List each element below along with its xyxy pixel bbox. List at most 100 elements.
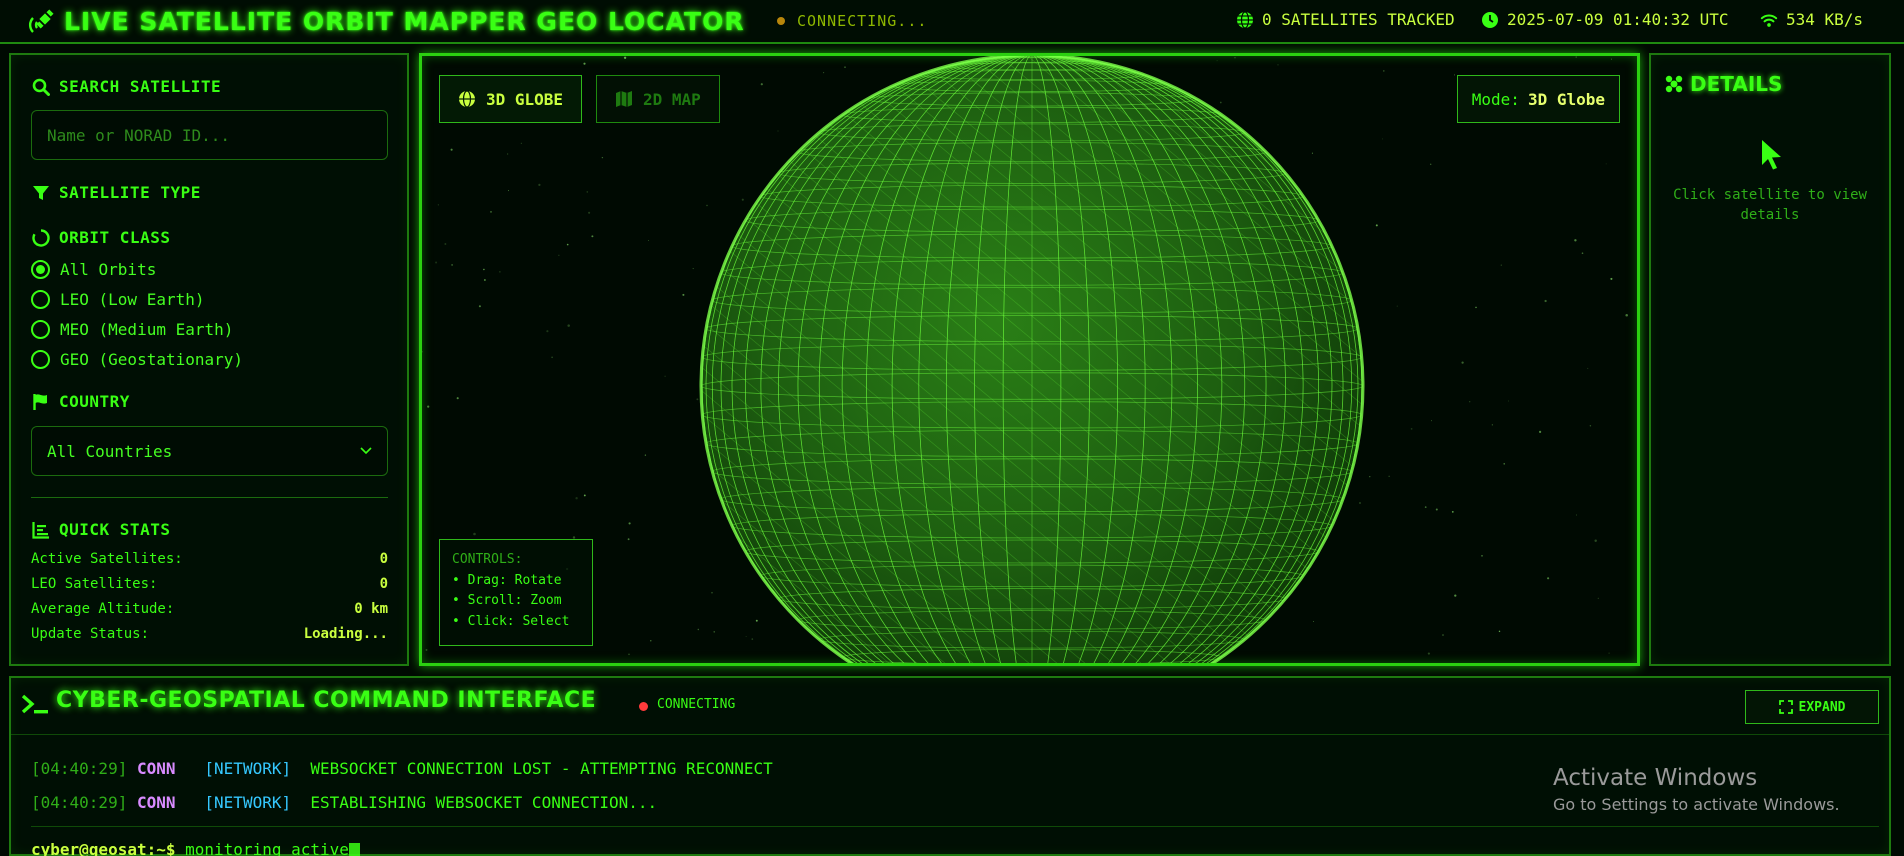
stat-value: 0	[379, 576, 388, 592]
star	[1547, 577, 1550, 580]
star	[444, 243, 447, 245]
orbit-class-heading: ORBIT CLASS	[32, 228, 170, 247]
expand-button[interactable]: EXPAND	[1745, 690, 1879, 724]
clock-icon	[1482, 11, 1498, 28]
radio-indicator[interactable]	[31, 320, 50, 339]
satellite-icon	[28, 9, 54, 33]
log-entry: [04:40:29] CONN [NETWORK] ESTABLISHING W…	[31, 793, 657, 812]
3d-globe-label: 3D GLOBE	[486, 89, 564, 109]
stat-value: Loading...	[303, 626, 388, 642]
app-title: LIVE SATELLITE ORBIT MAPPER GEO LOCATOR	[64, 7, 745, 36]
divider	[31, 497, 388, 498]
star	[1442, 634, 1444, 636]
star	[1430, 420, 1432, 422]
satellites-tracked-text: 0 SATELLITES TRACKED	[1262, 10, 1455, 29]
star	[1576, 514, 1577, 516]
radio-indicator[interactable]	[31, 290, 50, 309]
star	[1498, 630, 1501, 633]
radio-label: All Orbits	[60, 260, 157, 279]
star	[1435, 508, 1438, 511]
star	[567, 324, 570, 327]
satellite-type-label: SATELLITE TYPE	[59, 183, 201, 202]
star	[601, 156, 604, 159]
controls-title: CONTROLS:	[452, 552, 523, 567]
country-label: COUNTRY	[59, 392, 130, 411]
star	[1575, 56, 1577, 58]
star	[1581, 252, 1584, 254]
star	[1587, 367, 1589, 369]
star	[1491, 424, 1493, 426]
search-heading: SEARCH SATELLITE	[32, 77, 221, 96]
radio-geo[interactable]: GEO (Geostationary)	[31, 350, 243, 369]
terminal-status-indicator	[639, 702, 648, 711]
star	[1503, 463, 1505, 465]
star	[628, 522, 631, 525]
control-item: • Click: Select	[452, 613, 570, 629]
globe-viewer: 3D GLOBE 2D MAP Mode: 3D Globe CONTROLS:…	[419, 53, 1640, 666]
star	[1381, 138, 1384, 140]
stat-active-satellites: Active Satellites: 0	[31, 551, 388, 567]
star	[483, 268, 485, 271]
mode-label: Mode:	[1471, 89, 1520, 109]
globe-icon	[459, 90, 475, 108]
star	[427, 405, 430, 408]
cursor-caret	[348, 842, 360, 856]
log-category: [NETWORK]	[204, 793, 292, 812]
country-select[interactable]: All Countries	[31, 426, 388, 476]
prompt-user: cyber@geosat:~$	[31, 840, 176, 856]
cursor-icon	[1762, 140, 1781, 170]
log-level: CONN	[136, 759, 176, 778]
2d-map-button[interactable]: 2D MAP	[596, 75, 720, 123]
terminal-title: CYBER-GEOSPATIAL COMMAND INTERFACE	[56, 688, 597, 713]
radio-leo[interactable]: LEO (Low Earth)	[31, 290, 205, 309]
mode-value: 3D Globe	[1527, 89, 1605, 109]
radio-indicator[interactable]	[31, 260, 50, 279]
star	[490, 211, 492, 213]
radio-label: MEO (Medium Earth)	[60, 320, 234, 339]
command-prompt[interactable]: cyber@geosat:~$ monitoring active	[31, 840, 360, 856]
country-select-value: All Countries	[47, 441, 173, 461]
star	[583, 62, 586, 65]
datetime-text: 2025-07-09 01:40:32 UTC	[1507, 10, 1729, 29]
radio-indicator[interactable]	[31, 350, 50, 369]
star	[1605, 163, 1607, 165]
log-level: CONN	[136, 793, 176, 812]
log-entry: [04:40:29] CONN [NETWORK] WEBSOCKET CONN…	[31, 759, 773, 778]
earth-globe[interactable]	[699, 53, 1365, 666]
star	[1424, 506, 1427, 508]
star	[1382, 70, 1385, 72]
stat-update-status: Update Status: Loading...	[31, 626, 388, 642]
radio-all-orbits[interactable]: All Orbits	[31, 260, 156, 279]
star	[627, 538, 630, 541]
star	[499, 271, 501, 273]
watermark-subtitle: Go to Settings to activate Windows.	[1553, 795, 1840, 814]
3d-globe-button[interactable]: 3D GLOBE	[439, 75, 583, 123]
search-field[interactable]	[31, 110, 388, 160]
radio-meo[interactable]: MEO (Medium Earth)	[31, 320, 233, 339]
star	[575, 497, 578, 500]
bandwidth: 534 KB/s	[1760, 10, 1863, 29]
datetime: 2025-07-09 01:40:32 UTC	[1481, 10, 1729, 29]
star	[1481, 555, 1483, 557]
expand-label: EXPAND	[1798, 699, 1846, 715]
star	[422, 350, 424, 353]
star	[1429, 163, 1432, 166]
control-item: • Scroll: Zoom	[452, 593, 562, 608]
star	[1469, 401, 1471, 403]
satellites-tracked: 0 SATELLITES TRACKED	[1236, 10, 1455, 29]
satellite-dish-icon	[1665, 75, 1683, 93]
search-input[interactable]	[32, 111, 387, 159]
star	[1388, 475, 1390, 477]
star	[1451, 510, 1454, 513]
globe-icon	[1237, 10, 1253, 29]
2d-map-label: 2D MAP	[643, 89, 701, 109]
details-panel: DETAILS Click satellite to view details	[1649, 53, 1891, 666]
details-hint: Click satellite to view details	[1673, 187, 1867, 223]
star	[1608, 652, 1610, 654]
bar-chart-icon	[32, 521, 49, 539]
star	[1538, 430, 1542, 434]
star	[644, 454, 647, 456]
stat-value: 0	[379, 551, 388, 567]
stat-label: Active Satellites:	[31, 551, 183, 567]
star	[558, 254, 560, 256]
